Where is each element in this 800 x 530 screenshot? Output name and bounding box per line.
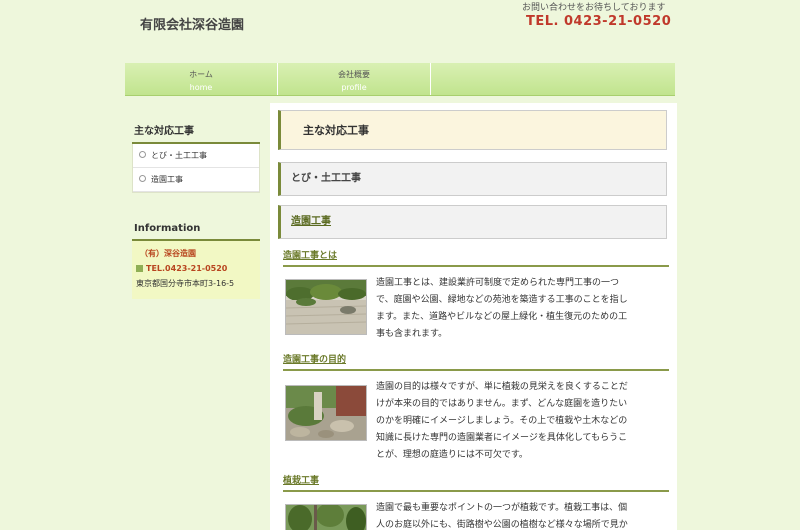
phone-icon [136,265,143,272]
nav-item-empty [431,63,583,95]
text-line: 知識に長けた専門の造園業者にイメージを具体化してもらうこ [376,433,628,443]
sidebar-item-label: とび・土工工事 [151,151,207,160]
bullet-icon [139,175,146,182]
header-phone: TEL. 0423-21-0520 [526,14,672,29]
text-line: 人のお庭以外にも、街路樹や公園の植樹など様々な場所で見か [376,520,628,530]
text-line: ます。また、道路やビルなどの屋上緑化・植生復元のための工 [376,312,628,322]
text-line: とが、理想の庭造りには不可欠です。 [376,450,528,460]
sidebar-item-zoen[interactable]: 造園工事 [133,168,259,192]
bullet-icon [139,151,146,158]
sidebar: 主な対応工事 とび・土工工事 造園工事 Information （有）深谷造園 … [132,120,260,299]
nav-item-label: ホーム [189,70,213,79]
sidebar-menu: とび・土工工事 造園工事 [132,144,260,193]
entry-heading-planting[interactable]: 植栽工事 [283,473,669,492]
info-address: 東京都国分寺市本町3-16-5 [136,279,235,288]
main-nav: ホーム home 会社概要 profile [125,63,675,96]
entry-text-about: 造園工事とは、建設業許可制度で定められた専門工事の一つ で、庭園や公園、緑地など… [376,275,666,343]
info-company: （有）深谷造園 [140,249,196,258]
info-tel: TEL.0423-21-0520 [146,264,228,273]
entry-heading-purpose[interactable]: 造園工事の目的 [283,352,669,371]
section-heading-tobi: とび・土工工事 [278,162,667,196]
nav-item-sublabel: home [189,83,213,92]
nav-item-home[interactable]: ホーム home [125,63,278,95]
main-content: 主な対応工事 とび・土工工事 造園工事 造園工事とは 造園工事とは、建設業許可制… [270,103,677,530]
text-line: のかを明確にイメージしましょう。その上で植栽や土木などの [376,416,628,426]
text-line: で、庭園や公園、緑地などの苑池を築造する工事のことを指し [376,295,628,305]
text-line: けが本来の目的ではありません。まず、どんな庭園を造りたい [376,399,628,409]
text-line: 造園工事とは、建設業許可制度で定められた専門工事の一つ [376,278,620,288]
nav-item-profile[interactable]: 会社概要 profile [278,63,431,95]
photo-garden-path [285,385,367,441]
sidebar-menu-heading: 主な対応工事 [132,120,260,144]
entry-text-purpose: 造園の目的は様々ですが、単に植栽の見栄えを良くすることだ けが本来の目的ではあり… [376,379,666,464]
info-tel-row: TEL.0423-21-0520 [136,261,256,276]
contact-note: お問い合わせをお待ちしております [522,3,666,13]
entry-heading-about[interactable]: 造園工事とは [283,248,669,267]
sidebar-item-tobi[interactable]: とび・土工工事 [133,144,259,168]
entry-text-planting: 造園で最も重要なポイントの一つが植栽です。植栽工事は、個 人のお庭以外にも、街路… [376,500,666,530]
info-box: （有）深谷造園 TEL.0423-21-0520 東京都国分寺市本町3-16-5 [132,241,260,299]
text-line: 造園の目的は様々ですが、単に植栽の見栄えを良くすることだ [376,382,628,392]
photo-rock-garden [285,279,367,335]
text-line: 事も含まれます。 [376,329,448,339]
text-line: 造園で最も重要なポイントの一つが植栽です。植栽工事は、個 [376,503,628,513]
sidebar-item-label: 造園工事 [151,175,183,184]
nav-item-label: 会社概要 [338,70,370,79]
page-title: 主な対応工事 [278,110,667,150]
sidebar-info-heading: Information [132,221,260,241]
nav-item-sublabel: profile [341,83,367,92]
photo-planting [285,504,367,530]
site-title[interactable]: 有限会社深谷造園 [140,14,244,33]
section-heading-zoen[interactable]: 造園工事 [278,205,667,239]
